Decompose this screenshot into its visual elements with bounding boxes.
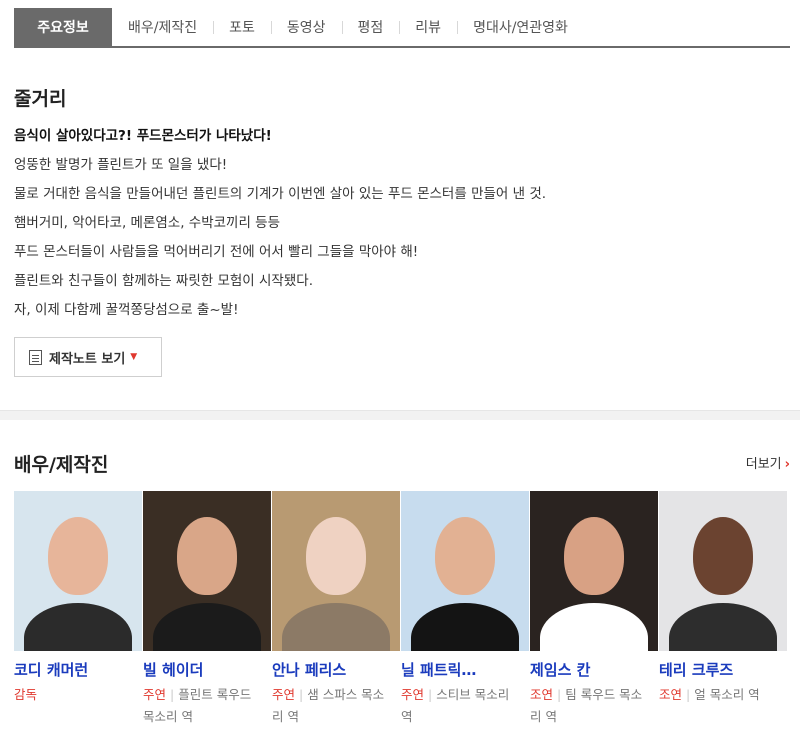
cast-card: 테리 크루즈조연 | 얼 목소리 역	[659, 491, 788, 728]
tab-4[interactable]: 평점	[341, 8, 400, 46]
cast-role: 감독	[14, 684, 143, 706]
cast-more-label: 더보기	[745, 457, 782, 472]
cast-role: 주연 | 스티브 목소리 역	[401, 684, 530, 728]
separator: |	[686, 687, 691, 702]
chevron-right-icon: ›	[784, 457, 790, 472]
cast-more-link[interactable]: 더보기 ›	[746, 453, 790, 472]
cast-role-type: 주연	[272, 687, 296, 702]
cast-card: 닐 패트릭… 주연 | 스티브 목소리 역	[401, 491, 530, 728]
cast-photo[interactable]	[659, 491, 787, 651]
synopsis-title: 줄거리	[14, 88, 67, 110]
cast-card: 코디 캐머런감독	[14, 491, 143, 728]
cast-role: 조연 | 얼 목소리 역	[659, 684, 788, 706]
document-icon	[29, 349, 42, 365]
cast-role: 주연 | 샘 스파스 목소리 역	[272, 684, 401, 728]
cast-role: 주연 | 플린트 록우드 목소리 역	[143, 684, 272, 728]
synopsis-line: 자, 이제 다함께 꿀꺽쫑당섬으로 출~발!	[14, 302, 239, 318]
synopsis-text: 음식이 살아있다고?! 푸드몬스터가 나타났다! 엉뚱한 발명가 플린트가 또 일…	[14, 122, 784, 325]
cast-card: 빌 헤이더주연 | 플린트 록우드 목소리 역	[143, 491, 272, 728]
synopsis-line: 푸드 몬스터들이 사람들을 먹어버리기 전에 어서 빨리 그들을 막아야 해!	[14, 244, 419, 260]
cast-section-title: 배우/제작진	[14, 454, 109, 476]
cast-photo[interactable]	[401, 491, 529, 651]
separator: |	[299, 687, 304, 702]
cast-role-type: 조연	[530, 687, 554, 702]
separator: |	[557, 687, 562, 702]
cast-name-link[interactable]: 제임스 칸	[530, 659, 659, 680]
synopsis-line: 햄버거미, 악어타코, 메론염소, 수박코끼리 등등	[14, 215, 281, 231]
cast-role-type: 주연	[401, 687, 425, 702]
synopsis-headline: 음식이 살아있다고?! 푸드몬스터가 나타났다!	[14, 128, 272, 144]
tab-3[interactable]: 동영상	[270, 8, 342, 46]
cast-photo[interactable]	[530, 491, 658, 651]
production-note-label: 제작노트 보기	[49, 351, 126, 367]
tab-0[interactable]: 주요정보	[14, 8, 112, 46]
tab-1[interactable]: 배우/제작진	[112, 8, 213, 46]
synopsis-line: 물로 거대한 음식을 만들어내던 플린트의 기계가 이번엔 살아 있는 푸드 몬…	[14, 186, 547, 202]
cast-name-link[interactable]: 닐 패트릭…	[401, 659, 530, 680]
cast-name-link[interactable]: 테리 크루즈	[659, 659, 788, 680]
cast-role-type: 조연	[659, 687, 683, 702]
cast-photo[interactable]	[143, 491, 271, 651]
cast-photo[interactable]	[272, 491, 400, 651]
cast-list: 코디 캐머런 감독 빌 헤이더 주연 | 플린트 록우드 목소리 역 안나 페리스 주연 | 샘 …	[14, 491, 788, 728]
synopsis-line: 엉뚱한 발명가 플린트가 또 일을 냈다!	[14, 157, 228, 173]
cast-character: 얼 목소리 역	[694, 687, 760, 702]
cast-card: 제임스 칸조연 | 팀 록우드 목소리 역	[530, 491, 659, 728]
tab-5[interactable]: 리뷰	[399, 8, 457, 46]
cast-name-link[interactable]: 코디 캐머런	[14, 659, 143, 680]
cast-card: 안나 페리스주연 | 샘 스파스 목소리 역	[272, 491, 401, 728]
cast-photo[interactable]	[14, 491, 142, 651]
section-divider	[0, 410, 800, 420]
production-note-button[interactable]: 제작노트 보기 ▼	[14, 337, 162, 377]
cast-name-link[interactable]: 안나 페리스	[272, 659, 401, 680]
synopsis-line: 플린트와 친구들이 함께하는 짜릿한 모험이 시작됐다.	[14, 273, 313, 289]
tab-6[interactable]: 명대사/연관영화	[457, 8, 584, 46]
cast-role-type: 주연	[143, 687, 167, 702]
tab-2[interactable]: 포토	[213, 8, 271, 46]
cast-name-link[interactable]: 빌 헤이더	[143, 659, 272, 680]
separator: |	[428, 687, 433, 702]
main-tabs: 주요정보 배우/제작진 포토 동영상 평점 리뷰 명대사/연관영화	[14, 8, 790, 48]
cast-role-type: 감독	[14, 687, 38, 702]
caret-down-icon: ▼	[130, 352, 138, 362]
separator: |	[170, 687, 175, 702]
cast-role: 조연 | 팀 록우드 목소리 역	[530, 684, 659, 728]
